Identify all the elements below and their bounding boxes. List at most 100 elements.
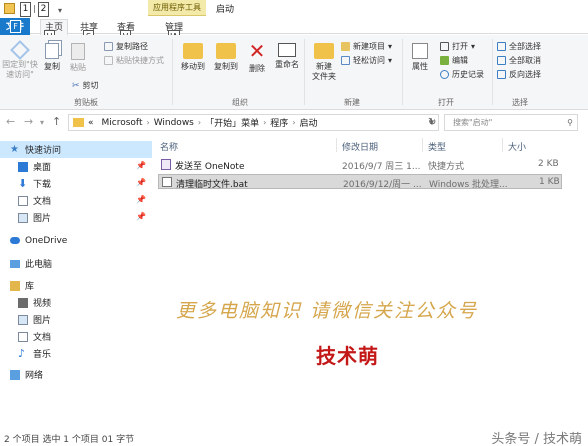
customize-quick-access-icon[interactable]: ▾ (58, 6, 62, 15)
save-quick-icon[interactable] (4, 3, 15, 14)
invert-selection-label: 反向选择 (509, 70, 541, 79)
pin-quick-access-label: 固定到"快速访问" (2, 60, 38, 79)
file-name: 发送至 OneNote (175, 162, 245, 172)
open-dropdown-icon: ▾ (471, 42, 476, 51)
crumb-startup[interactable]: 启动 (300, 116, 318, 129)
easy-access-icon (341, 56, 350, 65)
column-header-name[interactable]: 名称 (160, 140, 178, 153)
copy-button[interactable]: 复制 (40, 43, 64, 72)
column-header-type[interactable]: 类型 (428, 140, 446, 153)
file-row[interactable]: 发送至 OneNote 2016/9/7 周三 1... 快捷方式 2 KB (158, 157, 562, 172)
new-item-button[interactable]: 新建项目 ▾ (341, 41, 392, 52)
rename-button[interactable]: 重命名 (272, 43, 302, 70)
invert-selection-button[interactable]: 反向选择 (497, 69, 541, 80)
delete-label: 删除 (249, 64, 265, 73)
nav-lib-videos[interactable]: 视频 (0, 294, 152, 311)
edit-button[interactable]: 编辑 (440, 55, 468, 66)
pin-quick-access-button[interactable]: 固定到"快速访问" (0, 40, 40, 80)
back-arrow-icon[interactable]: ← (6, 115, 15, 128)
history-button[interactable]: 历史记录 (440, 69, 484, 80)
cut-button[interactable]: ✂ 剪切 (72, 80, 99, 91)
nav-this-pc[interactable]: 此电脑 (0, 255, 152, 272)
easy-access-dropdown-icon: ▾ (388, 56, 393, 65)
nav-lib-music[interactable]: ♪ 音乐 (0, 345, 152, 362)
select-none-icon (497, 56, 506, 65)
column-divider[interactable] (422, 138, 423, 152)
file-keytip: F (10, 20, 21, 33)
crumb-microsoft[interactable]: Microsoft (102, 118, 143, 128)
nav-library[interactable]: 库 (0, 277, 152, 294)
nav-lib-pictures[interactable]: 图片 (0, 311, 152, 328)
navigation-pane: ★ 快速访问 桌面 📌 ⬇ 下载 📌 文档 📌 图片 📌 OneDrive 此电… (0, 135, 152, 425)
up-arrow-icon[interactable]: ↑ (52, 115, 61, 128)
nav-desktop-label: 桌面 (33, 163, 52, 173)
rename-label: 重命名 (275, 60, 299, 69)
refresh-icon[interactable]: ↻ (428, 117, 436, 128)
open-icon (440, 42, 449, 51)
column-header-modified[interactable]: 修改日期 (342, 140, 378, 153)
new-folder-label: 新建 文件夹 (312, 62, 336, 81)
cloud-icon (10, 237, 20, 244)
rename-icon (278, 43, 296, 57)
organize-group-label: 组织 (232, 98, 248, 107)
pin-icon[interactable]: 📌 (136, 195, 146, 204)
nav-library-label: 库 (25, 282, 35, 292)
forward-arrow-icon[interactable]: → (24, 115, 33, 128)
pin-icon (10, 40, 30, 60)
address-folder-icon (73, 118, 84, 127)
library-icon (10, 280, 20, 291)
edit-label: 编辑 (452, 56, 468, 65)
open-button[interactable]: 打开 ▾ (440, 41, 475, 52)
network-icon (10, 369, 20, 380)
pin-icon[interactable]: 📌 (136, 178, 146, 187)
nav-desktop[interactable]: 桌面 📌 (0, 158, 152, 175)
new-folder-button[interactable]: 新建 文件夹 (309, 43, 339, 82)
column-divider[interactable] (336, 138, 337, 152)
paste-icon (71, 43, 85, 60)
paste-button[interactable]: 粘贴 (66, 43, 90, 73)
properties-button[interactable]: 属性 (406, 43, 434, 72)
quick-access-keytip-2: 2 (38, 2, 49, 17)
select-all-icon (497, 42, 506, 51)
column-divider[interactable] (502, 138, 503, 152)
copy-path-icon (104, 42, 113, 51)
select-none-button[interactable]: 全部取消 (497, 55, 541, 66)
promo-text: 更多电脑知识 请微信关注公众号 (176, 300, 479, 322)
paste-shortcut-label: 粘贴快捷方式 (116, 56, 164, 65)
search-input[interactable]: 搜索"启动" ⚲ (444, 114, 578, 131)
crumb-programs[interactable]: 程序 (270, 116, 288, 129)
nav-pictures[interactable]: 图片 📌 (0, 209, 152, 226)
easy-access-button[interactable]: 轻松访问 ▾ (341, 55, 392, 66)
file-list: 名称 修改日期 类型 大小 发送至 OneNote 2016/9/7 周三 1.… (152, 135, 588, 425)
nav-network[interactable]: 网络 (0, 366, 152, 383)
copy-folder-icon (216, 43, 236, 59)
paste-shortcut-button[interactable]: 粘贴快捷方式 (104, 55, 164, 66)
crumb-windows[interactable]: Windows (154, 118, 194, 128)
crumb-start-menu[interactable]: 「开始」菜单 (205, 116, 259, 129)
pin-icon[interactable]: 📌 (136, 212, 146, 221)
nav-quick-access[interactable]: ★ 快速访问 (0, 141, 152, 158)
nav-downloads[interactable]: ⬇ 下载 📌 (0, 175, 152, 192)
pin-icon[interactable]: 📌 (136, 161, 146, 170)
recent-locations-icon[interactable]: ▾ (40, 118, 44, 127)
copy-to-button[interactable]: 复制到 (210, 43, 242, 72)
select-group-label: 选择 (512, 98, 528, 107)
address-bar[interactable]: « Microsoft › Windows › 「开始」菜单 › 程序 › 启动 ▾ (68, 114, 439, 131)
nav-lib-documents[interactable]: 文档 (0, 328, 152, 345)
delete-button[interactable]: ✕ 删除 (246, 41, 268, 74)
ribbon-separator (492, 39, 493, 105)
column-header-size[interactable]: 大小 (508, 140, 526, 153)
chevron-right-icon: › (197, 118, 202, 127)
ribbon-separator (402, 39, 403, 105)
copy-path-button[interactable]: 复制路径 (104, 41, 148, 52)
nav-documents[interactable]: 文档 📌 (0, 192, 152, 209)
file-row[interactable]: 清理临时文件.bat 2016/9/12/周一 ... Windows 批处理.… (158, 174, 562, 190)
move-to-button[interactable]: 移动到 (178, 43, 208, 72)
music-icon: ♪ (18, 346, 26, 360)
cut-label: 剪切 (82, 81, 99, 90)
nav-onedrive[interactable]: OneDrive (0, 232, 152, 249)
select-all-button[interactable]: 全部选择 (497, 41, 541, 52)
address-overflow[interactable]: « (88, 118, 94, 128)
nav-documents-label: 文档 (33, 197, 52, 207)
document-icon (18, 331, 28, 342)
